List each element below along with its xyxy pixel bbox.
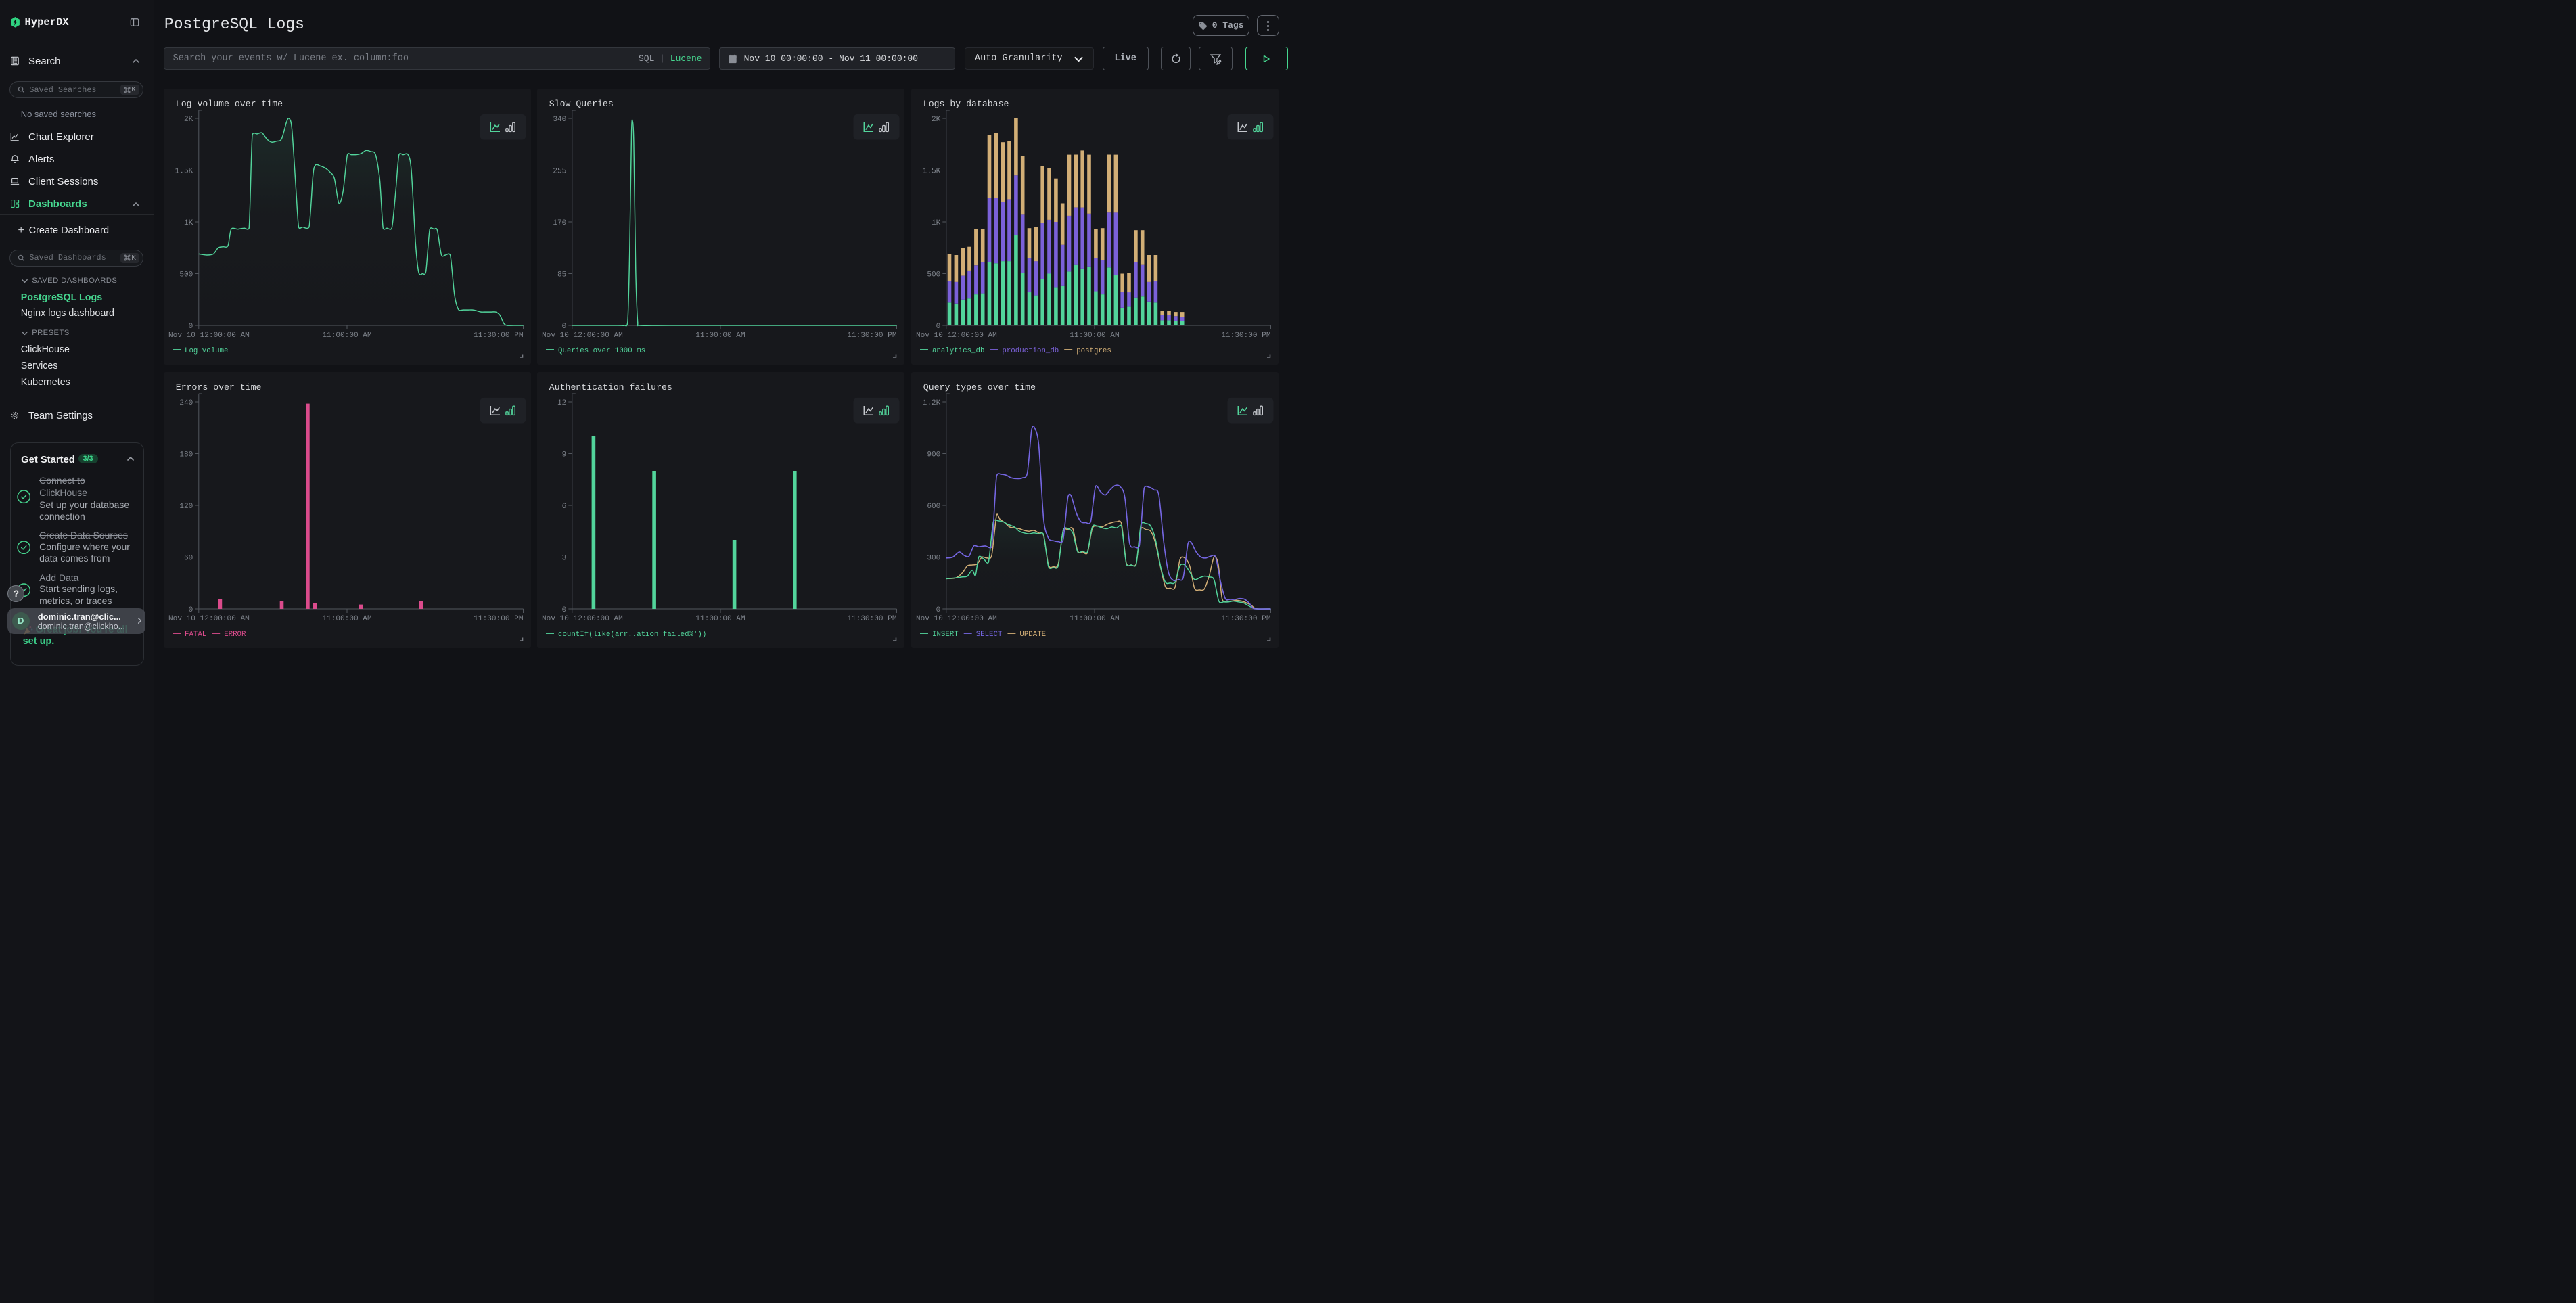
svg-text:Log volume: Log volume <box>185 347 229 355</box>
svg-text:11:00:00 AM: 11:00:00 AM <box>1070 615 1119 623</box>
svg-text:0: 0 <box>562 323 567 331</box>
svg-text:1.5K: 1.5K <box>923 168 941 176</box>
svg-text:11:30:00 PM: 11:30:00 PM <box>1221 332 1270 340</box>
svg-text:2K: 2K <box>932 116 941 124</box>
svg-text:340: 340 <box>553 116 567 124</box>
svg-text:11:00:00 AM: 11:00:00 AM <box>1070 332 1119 340</box>
svg-text:0: 0 <box>188 323 193 331</box>
svg-text:Nov 10 12:00:00 AM: Nov 10 12:00:00 AM <box>542 332 623 340</box>
svg-text:Nov 10 12:00:00 AM: Nov 10 12:00:00 AM <box>168 615 250 623</box>
svg-text:500: 500 <box>179 271 193 279</box>
svg-text:120: 120 <box>179 503 193 511</box>
svg-text:11:30:00 PM: 11:30:00 PM <box>1221 615 1270 623</box>
svg-text:0: 0 <box>936 323 941 331</box>
svg-text:6: 6 <box>562 503 567 511</box>
svg-text:85: 85 <box>557 271 566 279</box>
svg-text:255: 255 <box>553 168 567 176</box>
svg-text:11:00:00 AM: 11:00:00 AM <box>696 332 745 340</box>
svg-text:0: 0 <box>936 606 941 614</box>
svg-text:11:00:00 AM: 11:00:00 AM <box>322 615 371 623</box>
svg-text:Authentication failures: Authentication failures <box>549 382 672 392</box>
svg-text:11:00:00 AM: 11:00:00 AM <box>696 615 745 623</box>
svg-text:production_db: production_db <box>1002 347 1059 355</box>
svg-text:3: 3 <box>562 555 567 563</box>
svg-text:Nov 10 12:00:00 AM: Nov 10 12:00:00 AM <box>916 332 997 340</box>
svg-text:Nov 10 12:00:00 AM: Nov 10 12:00:00 AM <box>542 615 623 623</box>
svg-text:Logs by database: Logs by database <box>923 99 1009 109</box>
svg-text:Query types over time: Query types over time <box>923 382 1036 392</box>
svg-text:countIf(like(arr..ation failed: countIf(like(arr..ation failed%')) <box>558 631 706 639</box>
svg-text:60: 60 <box>183 555 192 563</box>
svg-text:170: 170 <box>553 219 567 227</box>
svg-text:2K: 2K <box>183 116 193 124</box>
svg-text:0: 0 <box>562 606 567 614</box>
svg-text:postgres: postgres <box>1076 347 1111 355</box>
svg-text:11:30:00 PM: 11:30:00 PM <box>474 332 523 340</box>
svg-text:500: 500 <box>927 271 940 279</box>
svg-text:11:30:00 PM: 11:30:00 PM <box>474 615 523 623</box>
svg-text:11:00:00 AM: 11:00:00 AM <box>322 332 371 340</box>
svg-text:11:30:00 PM: 11:30:00 PM <box>848 332 897 340</box>
svg-text:300: 300 <box>927 555 940 563</box>
svg-text:600: 600 <box>927 503 940 511</box>
svg-text:1.5K: 1.5K <box>175 168 193 176</box>
svg-text:analytics_db: analytics_db <box>932 347 984 355</box>
svg-text:1K: 1K <box>183 219 193 227</box>
svg-text:0: 0 <box>188 606 193 614</box>
svg-text:180: 180 <box>179 451 193 459</box>
svg-text:Slow Queries: Slow Queries <box>549 99 614 109</box>
svg-text:1K: 1K <box>932 219 941 227</box>
svg-text:UPDATE: UPDATE <box>1019 631 1046 639</box>
svg-text:FATAL: FATAL <box>185 631 206 639</box>
svg-text:1.2K: 1.2K <box>923 399 941 407</box>
svg-text:ERROR: ERROR <box>224 631 246 639</box>
svg-text:900: 900 <box>927 451 940 459</box>
svg-text:Nov 10 12:00:00 AM: Nov 10 12:00:00 AM <box>168 332 250 340</box>
svg-text:SELECT: SELECT <box>976 631 1003 639</box>
svg-text:INSERT: INSERT <box>932 631 959 639</box>
svg-text:Queries over 1000 ms: Queries over 1000 ms <box>558 347 645 355</box>
svg-text:9: 9 <box>562 451 567 459</box>
svg-text:Nov 10 12:00:00 AM: Nov 10 12:00:00 AM <box>916 615 997 623</box>
svg-text:240: 240 <box>179 399 193 407</box>
svg-text:12: 12 <box>557 399 566 407</box>
svg-text:Log volume over time: Log volume over time <box>175 99 282 109</box>
svg-text:11:30:00 PM: 11:30:00 PM <box>848 615 897 623</box>
svg-text:Errors over time: Errors over time <box>175 382 261 392</box>
